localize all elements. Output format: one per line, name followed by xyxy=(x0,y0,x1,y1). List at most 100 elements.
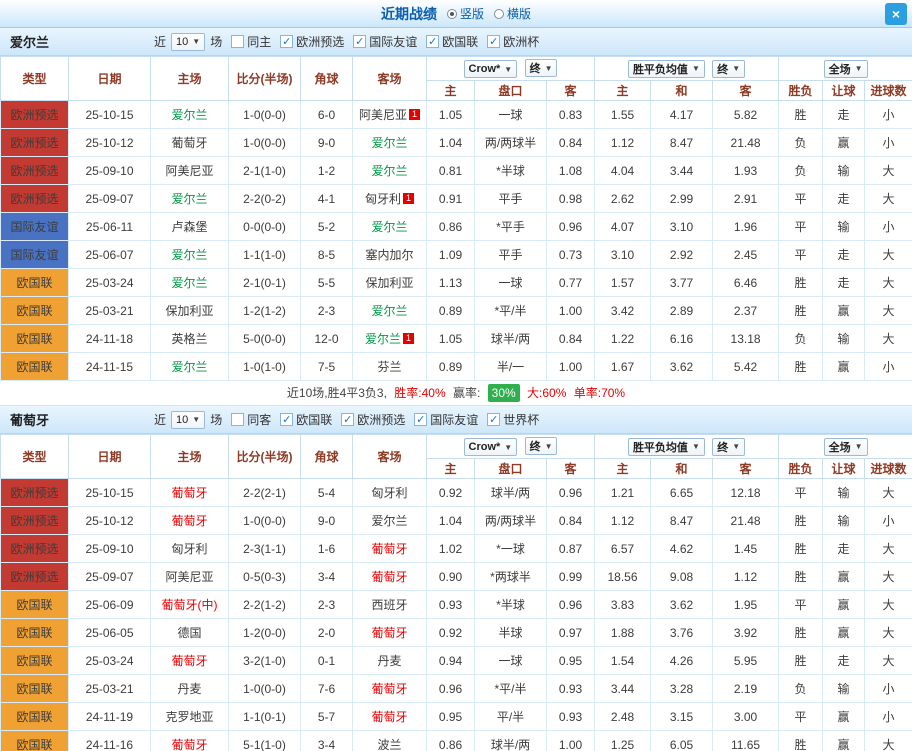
checkbox-checked-icon[interactable]: ✓ xyxy=(280,35,293,48)
filter-checkbox[interactable]: ✓欧洲预选 xyxy=(280,33,344,50)
fulltime-select[interactable]: 全场▼ xyxy=(824,438,868,456)
filter-checkbox[interactable]: ✓世界杯 xyxy=(487,411,539,428)
cell-away: 丹麦 xyxy=(353,647,427,675)
select-value: 终 xyxy=(530,438,541,454)
checkbox-checked-icon[interactable]: ✓ xyxy=(426,35,439,48)
avg-header-cell: 胜平负均值▼ 终▼ xyxy=(595,435,779,459)
cell-ah: 1.57 xyxy=(595,269,651,297)
checkbox-checked-icon[interactable]: ✓ xyxy=(280,413,293,426)
avg-select[interactable]: 胜平负均值▼ xyxy=(628,60,705,78)
avg-select[interactable]: 胜平负均值▼ xyxy=(628,438,705,456)
cell-type: 欧洲预选 xyxy=(1,535,69,563)
cell-hc: 走 xyxy=(823,647,865,675)
cell-goals: 大 xyxy=(865,269,912,297)
team-name: 阿美尼亚 xyxy=(165,570,213,584)
filter-checkbox[interactable]: ✓欧国联 xyxy=(426,33,478,50)
company-select[interactable]: Crow*▼ xyxy=(464,60,518,78)
final-avg-select[interactable]: 终▼ xyxy=(712,438,745,456)
cell-hc: 走 xyxy=(823,241,865,269)
cell-away: 葡萄牙 xyxy=(353,535,427,563)
final-odds-select[interactable]: 终▼ xyxy=(525,437,558,455)
cell-oa: 1.00 xyxy=(547,731,595,751)
cell-goals: 大 xyxy=(865,479,912,507)
checkbox-checked-icon[interactable]: ✓ xyxy=(487,35,500,48)
sub-header-wdl: 胜负 xyxy=(779,81,823,101)
filter-checkbox[interactable]: ✓国际友谊 xyxy=(353,33,417,50)
cell-goals: 小 xyxy=(865,675,912,703)
cell-goals: 大 xyxy=(865,563,912,591)
filter-checkbox[interactable]: ✓欧洲预选 xyxy=(341,411,405,428)
cell-home: 丹麦 xyxy=(151,675,229,703)
cell-aa: 1.12 xyxy=(713,563,779,591)
team-name: 葡萄牙 xyxy=(371,710,407,724)
radio-selected-icon[interactable] xyxy=(447,9,457,19)
checkbox-checked-icon[interactable]: ✓ xyxy=(353,35,366,48)
cell-score: 2-1(1-0) xyxy=(229,157,301,185)
cell-date: 24-11-16 xyxy=(69,731,151,751)
cell-ah: 1.54 xyxy=(595,647,651,675)
checkbox-checked-icon[interactable]: ✓ xyxy=(414,413,427,426)
cell-score: 1-1(0-1) xyxy=(229,703,301,731)
cell-home: 爱尔兰 xyxy=(151,241,229,269)
cell-date: 25-10-15 xyxy=(69,101,151,129)
team-name: 爱尔兰 xyxy=(371,220,407,234)
checkbox-checked-icon[interactable]: ✓ xyxy=(487,413,500,426)
company-select[interactable]: Crow*▼ xyxy=(464,438,518,456)
cell-hcap: 平手 xyxy=(475,241,547,269)
checkbox-unchecked-icon[interactable] xyxy=(231,35,244,48)
radio-icon[interactable] xyxy=(494,9,504,19)
filter-checkbox[interactable]: ✓国际友谊 xyxy=(414,411,478,428)
cell-score: 1-0(0-0) xyxy=(229,675,301,703)
team-name: 葡萄牙 xyxy=(371,570,407,584)
filter-checkbox[interactable]: 同客 xyxy=(231,411,271,428)
cell-wdl: 胜 xyxy=(779,101,823,129)
filter-label: 国际友谊 xyxy=(430,411,478,428)
filter-checkbox[interactable]: ✓欧洲杯 xyxy=(487,33,539,50)
col-header-date: 日期 xyxy=(69,435,151,479)
filter-checkbox[interactable]: ✓欧国联 xyxy=(280,411,332,428)
final-avg-select[interactable]: 终▼ xyxy=(712,60,745,78)
cell-ad: 3.28 xyxy=(651,675,713,703)
checkbox-checked-icon[interactable]: ✓ xyxy=(341,413,354,426)
cell-corner: 5-2 xyxy=(301,213,353,241)
filter-label: 国际友谊 xyxy=(369,33,417,50)
cell-wdl: 平 xyxy=(779,703,823,731)
filter-checkbox[interactable]: 同主 xyxy=(231,33,271,50)
layout-radio-horizontal[interactable]: 横版 xyxy=(494,5,531,22)
cell-oh: 1.13 xyxy=(427,269,475,297)
cell-aa: 2.37 xyxy=(713,297,779,325)
team-name: 葡萄牙 xyxy=(171,486,207,500)
cell-type: 欧国联 xyxy=(1,731,69,751)
cell-hcap: 平/半 xyxy=(475,703,547,731)
cell-oa: 0.84 xyxy=(547,507,595,535)
cell-score: 3-2(1-0) xyxy=(229,647,301,675)
cell-away: 阿美尼亚1 xyxy=(353,101,427,129)
cell-hc: 走 xyxy=(823,269,865,297)
cell-goals: 大 xyxy=(865,731,912,751)
checkbox-unchecked-icon[interactable] xyxy=(231,413,244,426)
sub-header-avg-draw: 和 xyxy=(651,459,713,479)
cell-oh: 0.91 xyxy=(427,185,475,213)
chevron-down-icon: ▼ xyxy=(732,442,740,451)
match-count-select[interactable]: 10 ▼ xyxy=(171,411,205,429)
chevron-down-icon: ▼ xyxy=(732,64,740,73)
match-row: 欧洲预选25-09-07爱尔兰2-2(0-2)4-1匈牙利10.91平手0.98… xyxy=(1,185,912,213)
match-row: 欧国联24-11-16葡萄牙5-1(1-0)3-4波兰0.86球半/两1.001… xyxy=(1,731,912,751)
cell-oa: 0.96 xyxy=(547,591,595,619)
layout-radio-vertical[interactable]: 竖版 xyxy=(447,5,484,22)
select-value: 10 xyxy=(176,414,188,426)
cell-date: 25-03-24 xyxy=(69,269,151,297)
cell-away: 爱尔兰 xyxy=(353,157,427,185)
cell-wdl: 负 xyxy=(779,325,823,353)
summary-big-rate: 大:60% xyxy=(527,386,566,400)
filter-label: 欧国联 xyxy=(442,33,478,50)
chevron-down-icon: ▼ xyxy=(855,64,863,73)
match-count-select[interactable]: 10 ▼ xyxy=(171,33,205,51)
close-button[interactable]: × xyxy=(885,3,907,25)
final-odds-select[interactable]: 终▼ xyxy=(525,59,558,77)
fulltime-select[interactable]: 全场▼ xyxy=(824,60,868,78)
team-name: 葡萄牙 xyxy=(371,682,407,696)
cell-hc: 输 xyxy=(823,675,865,703)
match-row: 欧国联24-11-19克罗地亚1-1(0-1)5-7葡萄牙0.95平/半0.93… xyxy=(1,703,912,731)
cell-aa: 2.91 xyxy=(713,185,779,213)
